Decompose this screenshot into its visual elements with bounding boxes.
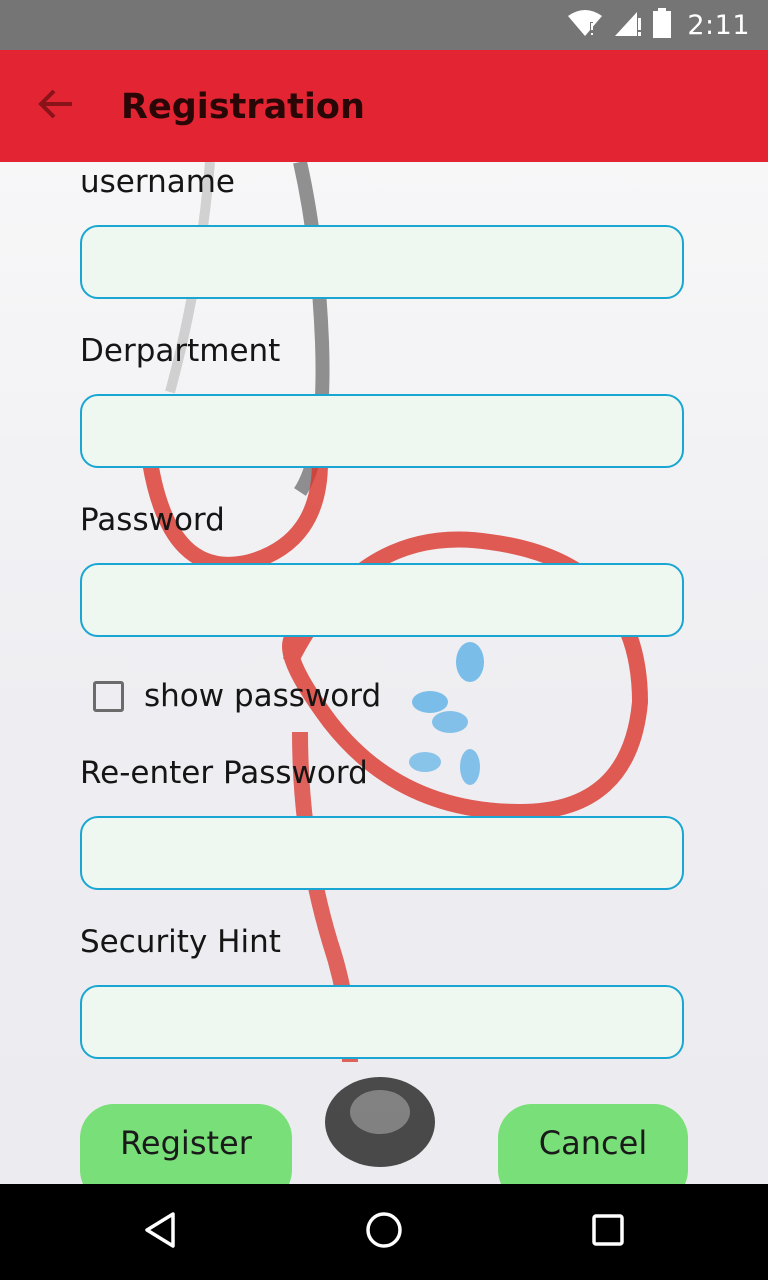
app-bar: Registration	[0, 50, 768, 162]
nav-back-button[interactable]	[136, 1208, 184, 1256]
username-input[interactable]	[80, 225, 684, 299]
signal-icon	[613, 8, 643, 43]
status-bar: 2:11	[0, 0, 768, 50]
nav-recents-button[interactable]	[584, 1208, 632, 1256]
password-input[interactable]	[80, 563, 684, 637]
status-icons: 2:11	[567, 7, 750, 43]
nav-home-button[interactable]	[360, 1208, 408, 1256]
department-input[interactable]	[80, 394, 684, 468]
cancel-button[interactable]: Cancel	[498, 1104, 688, 1184]
battery-icon	[653, 7, 672, 43]
reenter-password-input[interactable]	[80, 816, 684, 890]
navigation-bar	[0, 1184, 768, 1280]
department-label: Derpartment	[80, 333, 281, 369]
username-label: username	[80, 164, 235, 200]
home-circle-icon	[364, 1210, 404, 1255]
back-button[interactable]	[30, 80, 82, 132]
recents-square-icon	[588, 1210, 628, 1255]
show-password-checkbox[interactable]	[93, 680, 124, 712]
password-label: Password	[80, 502, 225, 538]
security-hint-input[interactable]	[80, 985, 684, 1059]
arrow-left-icon	[38, 88, 74, 125]
wifi-icon	[567, 8, 603, 43]
reenter-password-label: Re-enter Password	[80, 755, 368, 791]
show-password-row[interactable]: show password	[93, 671, 381, 721]
back-triangle-icon	[140, 1210, 180, 1255]
registration-form[interactable]: username Derpartment Password show passw…	[0, 162, 768, 1184]
security-hint-label: Security Hint	[80, 924, 281, 960]
register-button[interactable]: Register	[80, 1104, 292, 1184]
show-password-label[interactable]: show password	[144, 678, 381, 714]
status-time: 2:11	[687, 9, 750, 41]
page-title: Registration	[121, 87, 365, 127]
